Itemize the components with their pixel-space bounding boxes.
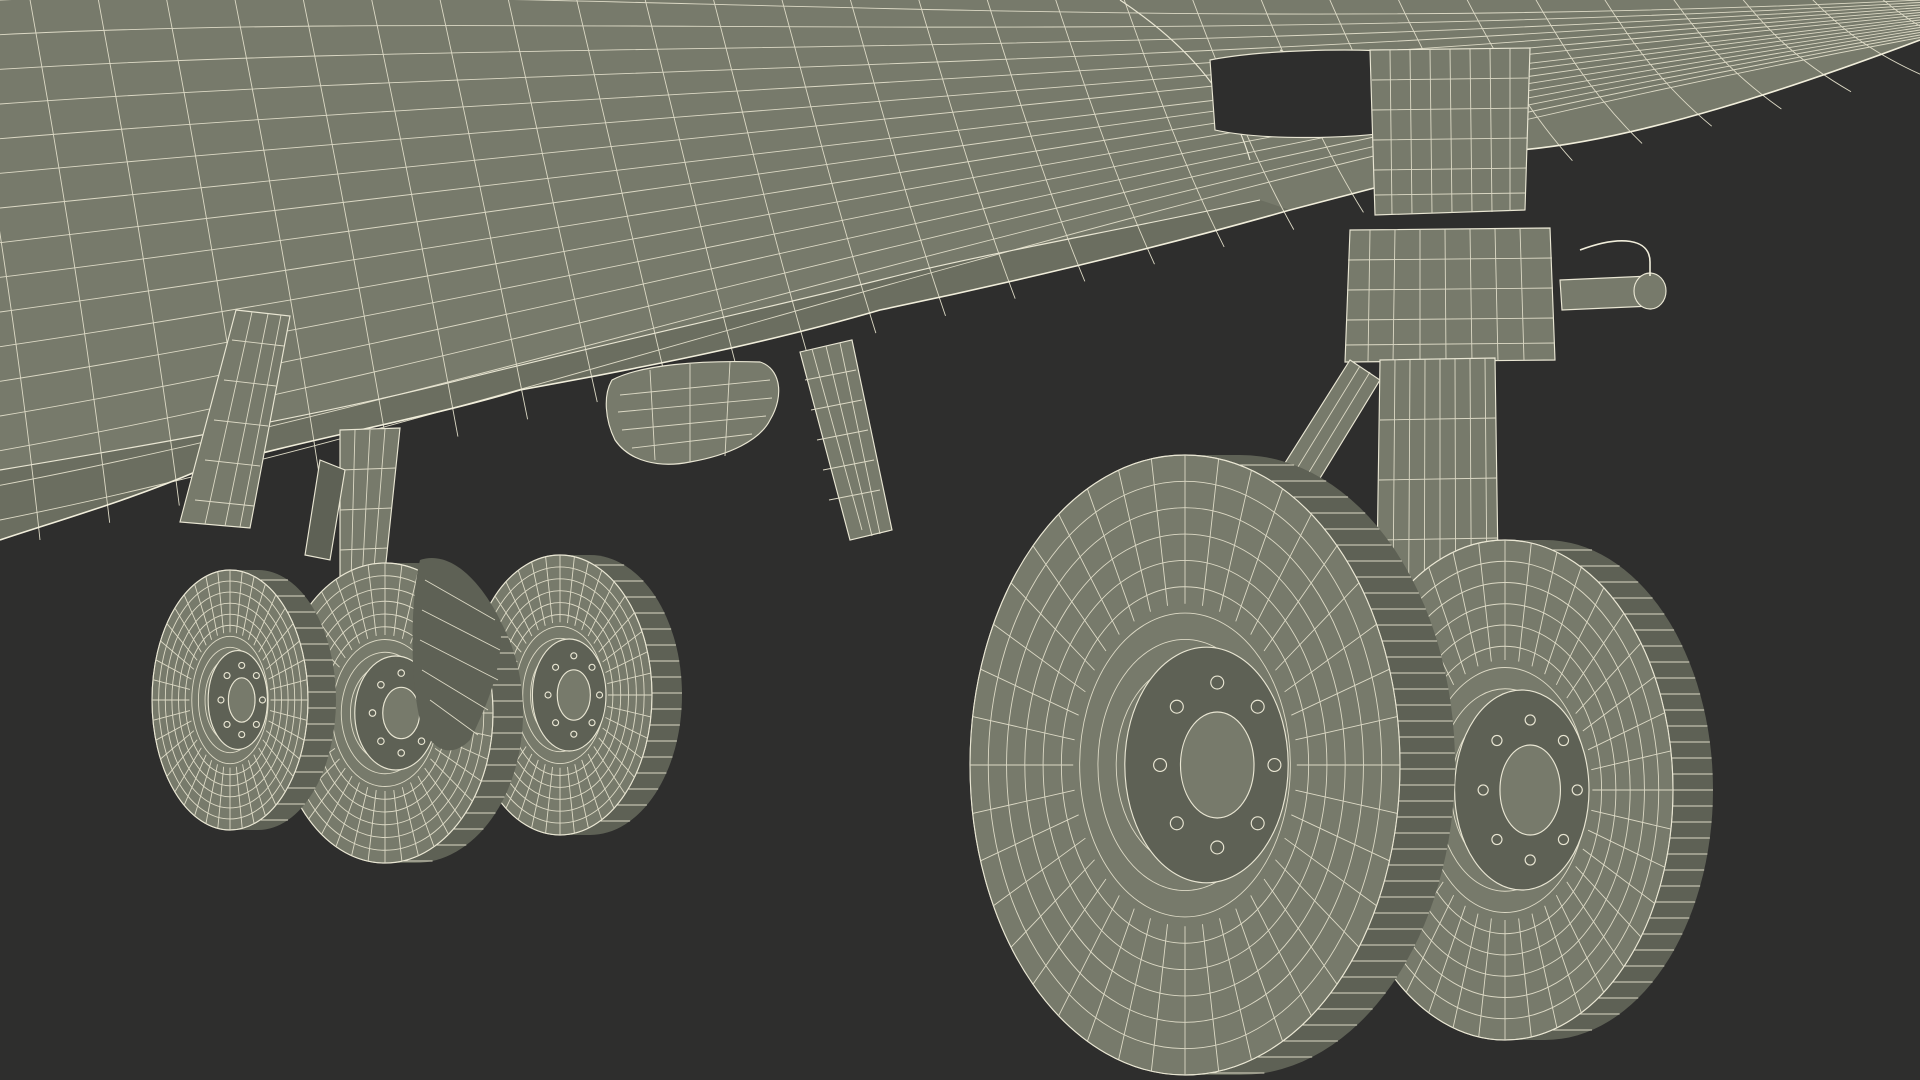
- flap-track-fairing: [605, 361, 780, 465]
- main-wheel-front: [969, 454, 1455, 1076]
- wing-underside: [0, 0, 1920, 541]
- body-wheel-front: [151, 569, 336, 831]
- wireframe-render: [0, 0, 1920, 1076]
- render-viewport: [0, 0, 1920, 1080]
- gear-door-panel-center: [799, 339, 893, 541]
- main-gear-wheels: [969, 454, 1713, 1076]
